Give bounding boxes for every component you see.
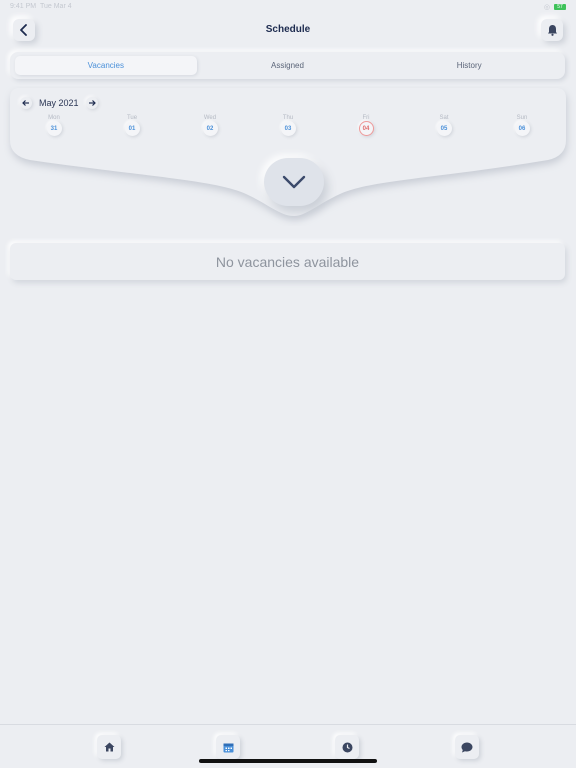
- day-name: Sat: [439, 115, 449, 121]
- day-name: Wed: [203, 115, 217, 121]
- calendar-icon: [223, 743, 233, 752]
- nav-timesheet-button[interactable]: [335, 735, 359, 759]
- day-tue[interactable]: Tue 01: [114, 114, 150, 136]
- month-label: May 2021: [39, 98, 79, 108]
- empty-state-message: No vacancies available: [215, 253, 360, 270]
- next-month-button[interactable]: [85, 97, 98, 109]
- nav-chat-button[interactable]: [455, 735, 479, 759]
- empty-state-card: No vacancies available: [10, 243, 565, 280]
- day-name: Mon: [48, 115, 60, 121]
- tab-assigned[interactable]: Assigned: [197, 56, 379, 75]
- day-sun[interactable]: Sun 06: [504, 114, 540, 136]
- day-number: 31: [46, 121, 62, 136]
- day-fri[interactable]: Fri 04: [348, 114, 384, 136]
- home-icon: [104, 742, 114, 752]
- month-selector: May 2021: [20, 96, 98, 110]
- bell-icon: [547, 25, 557, 36]
- arrow-left-icon: [22, 100, 29, 106]
- tab-history[interactable]: History: [378, 56, 560, 75]
- expand-calendar-button[interactable]: [264, 158, 324, 206]
- chevron-down-icon: [282, 175, 306, 189]
- chat-icon: [461, 742, 473, 752]
- day-mon[interactable]: Mon 31: [36, 114, 72, 136]
- day-number: 05: [436, 121, 452, 136]
- day-name: Tue: [126, 115, 138, 121]
- day-name: Thu: [282, 115, 294, 121]
- week-days: Mon 31 Tue 01 Wed 02 Thu 03 Fri 04 Sat 0…: [14, 114, 562, 140]
- day-thu[interactable]: Thu 03: [270, 114, 306, 136]
- day-number: 02: [202, 121, 218, 136]
- status-right: ◎ 57: [544, 3, 566, 11]
- notifications-button[interactable]: [541, 19, 563, 41]
- clock-icon: [342, 742, 352, 752]
- day-number-today: 04: [358, 121, 374, 136]
- status-bar: 9:41 PM Tue Mar 4 ◎ 57: [0, 0, 576, 14]
- wifi-icon: ◎: [543, 4, 550, 11]
- day-number: 06: [514, 121, 530, 136]
- nav-schedule-button[interactable]: [216, 735, 240, 759]
- battery-icon: 57: [554, 4, 566, 10]
- day-name: Fri: [362, 115, 370, 121]
- header: Schedule: [0, 14, 576, 48]
- day-name: Sun: [516, 115, 528, 121]
- day-wed[interactable]: Wed 02: [192, 114, 228, 136]
- tab-bar: Vacancies Assigned History: [10, 52, 565, 79]
- nav-home-button[interactable]: [97, 735, 121, 759]
- tab-vacancies[interactable]: Vacancies: [15, 56, 197, 75]
- day-sat[interactable]: Sat 05: [426, 114, 462, 136]
- arrow-right-icon: [88, 100, 96, 106]
- page-title: Schedule: [265, 24, 311, 35]
- day-number: 01: [124, 121, 140, 136]
- home-indicator: [199, 759, 377, 763]
- day-number: 03: [280, 121, 296, 136]
- status-time: 9:41 PM Tue Mar 4: [10, 3, 72, 10]
- prev-month-button[interactable]: [20, 97, 32, 109]
